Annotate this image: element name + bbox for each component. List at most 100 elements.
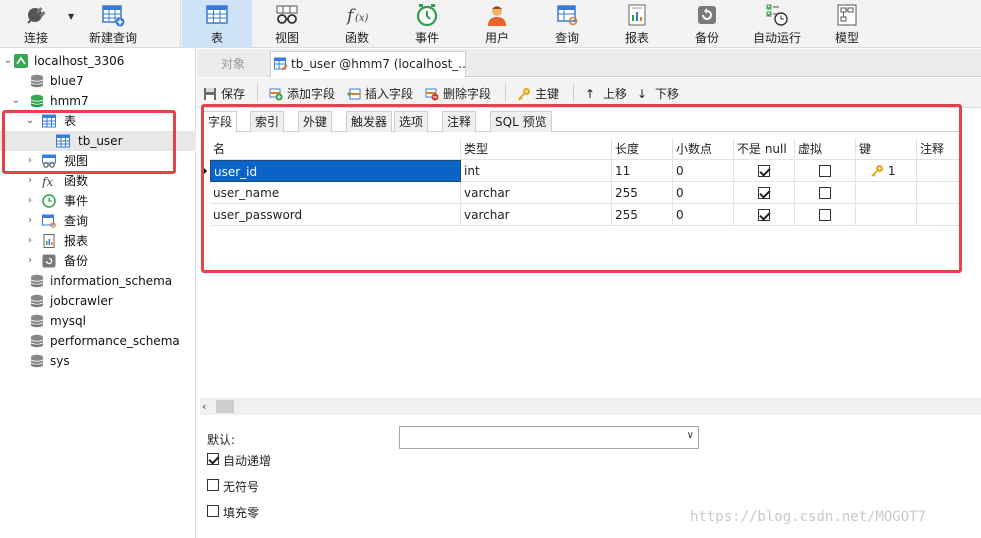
primary-key-button[interactable]: 主键: [517, 85, 559, 103]
auto-run-icon: [766, 4, 788, 26]
insert-field-icon: [347, 88, 361, 100]
database-open-icon: [30, 94, 44, 108]
backup-tool-button[interactable]: 备份: [672, 0, 742, 48]
clock-icon: [42, 194, 56, 208]
table-icon: [206, 5, 228, 24]
tree-label: 事件: [64, 194, 89, 208]
new-query-button[interactable]: 新建查询: [82, 0, 144, 48]
auto-increment-option[interactable]: 自动递增: [207, 453, 271, 469]
tab-objects[interactable]: 对象: [198, 51, 268, 77]
chevron-down-icon: ∨: [686, 430, 694, 441]
toolbar-divider: [573, 84, 574, 102]
model-tool-button[interactable]: 模型: [812, 0, 882, 48]
default-value-select[interactable]: ∨: [399, 426, 699, 449]
save-button[interactable]: 保存: [203, 85, 245, 103]
unsigned-checkbox[interactable]: [207, 479, 219, 491]
main-toolbar: 连接 ▼ 新建查询 表 视图 f (x) 函数 事件 用户 查询 报表 备份 自…: [0, 0, 981, 48]
unsigned-option[interactable]: 无符号: [207, 479, 259, 495]
tree-node-db-mysql[interactable]: mysql: [0, 311, 196, 331]
table-tool-button[interactable]: 表: [182, 0, 252, 48]
report-tool-button[interactable]: 报表: [602, 0, 672, 48]
scroll-left-arrow-icon[interactable]: ‹: [202, 398, 214, 415]
add-field-icon: [269, 88, 283, 101]
tab-table-design[interactable]: tb_user @hmm7 (localhost_...: [270, 51, 466, 77]
primary-key-label: 主键: [535, 87, 560, 101]
tree-label: 函数: [64, 174, 89, 188]
auto-increment-checkbox[interactable]: [207, 453, 219, 465]
tree-node-connection[interactable]: ⌄ localhost_3306: [0, 51, 196, 71]
plug-icon: [27, 7, 46, 24]
connect-label: 连接: [23, 31, 48, 45]
query-icon: [42, 214, 56, 228]
database-icon: [30, 274, 44, 288]
tree-label: 报表: [64, 234, 89, 248]
connection-icon: [14, 54, 28, 68]
view-tool-button[interactable]: 视图: [252, 0, 322, 48]
query-tool-button[interactable]: 查询: [532, 0, 602, 48]
insert-field-label: 插入字段: [365, 87, 414, 101]
tree-label: 查询: [64, 214, 89, 228]
zerofill-checkbox[interactable]: [207, 505, 219, 517]
move-up-button[interactable]: ↑ 上移: [585, 85, 627, 103]
database-icon: [30, 334, 44, 348]
tree-label: mysql: [50, 314, 86, 328]
delete-field-icon: [425, 88, 439, 101]
tree-label: information_schema: [50, 274, 173, 288]
delete-field-button[interactable]: 删除字段: [425, 85, 491, 103]
zerofill-option[interactable]: 填充零: [207, 505, 259, 521]
tree-node-db-jobcrawler[interactable]: jobcrawler: [0, 291, 196, 311]
expand-arrow-icon[interactable]: ›: [24, 191, 36, 211]
expand-arrow-icon[interactable]: ›: [24, 171, 36, 191]
function-fx-icon: fx: [42, 175, 53, 188]
insert-field-button[interactable]: 插入字段: [347, 85, 413, 103]
toolbar-divider: [505, 84, 506, 102]
delete-field-label: 删除字段: [443, 87, 492, 101]
horizontal-scrollbar[interactable]: ‹: [200, 398, 981, 415]
expand-arrow-icon[interactable]: ›: [24, 231, 36, 251]
tree-node-backups[interactable]: › 备份: [0, 251, 196, 271]
connect-dropdown-icon[interactable]: ▼: [68, 12, 74, 21]
expand-arrow-icon[interactable]: ›: [24, 251, 36, 271]
expand-arrow-icon[interactable]: ›: [24, 211, 36, 231]
save-label: 保存: [221, 87, 246, 101]
tree-label: sys: [50, 354, 70, 368]
tree-node-functions[interactable]: › fx 函数: [0, 171, 196, 191]
move-down-label: 下移: [655, 87, 680, 101]
tree-node-db-information-schema[interactable]: information_schema: [0, 271, 196, 291]
clock-icon: [416, 4, 438, 27]
model-tool-label: 模型: [834, 31, 859, 45]
user-tool-label: 用户: [484, 31, 509, 45]
scrollbar-thumb[interactable]: [216, 400, 234, 413]
view-tool-label: 视图: [274, 31, 299, 45]
unsigned-label: 无符号: [223, 480, 260, 494]
tree-label: performance_schema: [50, 334, 180, 348]
new-query-icon: [102, 5, 125, 27]
add-field-label: 添加字段: [287, 87, 336, 101]
database-icon: [30, 314, 44, 328]
tab-title: tb_user @hmm7 (localhost_...: [291, 57, 466, 71]
event-tool-button[interactable]: 事件: [392, 0, 462, 48]
function-fx-icon: f (x): [345, 6, 369, 26]
tree-node-db-performance-schema[interactable]: performance_schema: [0, 331, 196, 351]
function-tool-button[interactable]: f (x) 函数: [322, 0, 392, 48]
tree-node-events[interactable]: › 事件: [0, 191, 196, 211]
add-field-button[interactable]: 添加字段: [269, 85, 335, 103]
auto-run-tool-button[interactable]: 自动运行: [742, 0, 812, 48]
zerofill-label: 填充零: [223, 506, 260, 520]
tree-node-reports[interactable]: › 报表: [0, 231, 196, 251]
highlight-box-tree: [2, 110, 176, 174]
save-icon: [204, 88, 216, 100]
tree-node-queries[interactable]: › 查询: [0, 211, 196, 231]
database-icon: [30, 74, 44, 88]
tree-node-db-hmm7[interactable]: ⌄ hmm7: [0, 91, 196, 111]
tree-node-db-sys[interactable]: sys: [0, 351, 196, 371]
user-tool-button[interactable]: 用户: [462, 0, 532, 48]
collapse-arrow-icon[interactable]: ⌄: [10, 91, 22, 111]
connect-button[interactable]: 连接: [8, 0, 64, 48]
tree-node-db-blue7[interactable]: blue7: [0, 71, 196, 91]
collapse-arrow-icon[interactable]: ⌄: [2, 51, 14, 71]
database-icon: [30, 294, 44, 308]
svg-text:fx: fx: [42, 175, 53, 188]
key-icon: [518, 88, 530, 101]
move-down-button[interactable]: ↓ 下移: [637, 85, 679, 103]
